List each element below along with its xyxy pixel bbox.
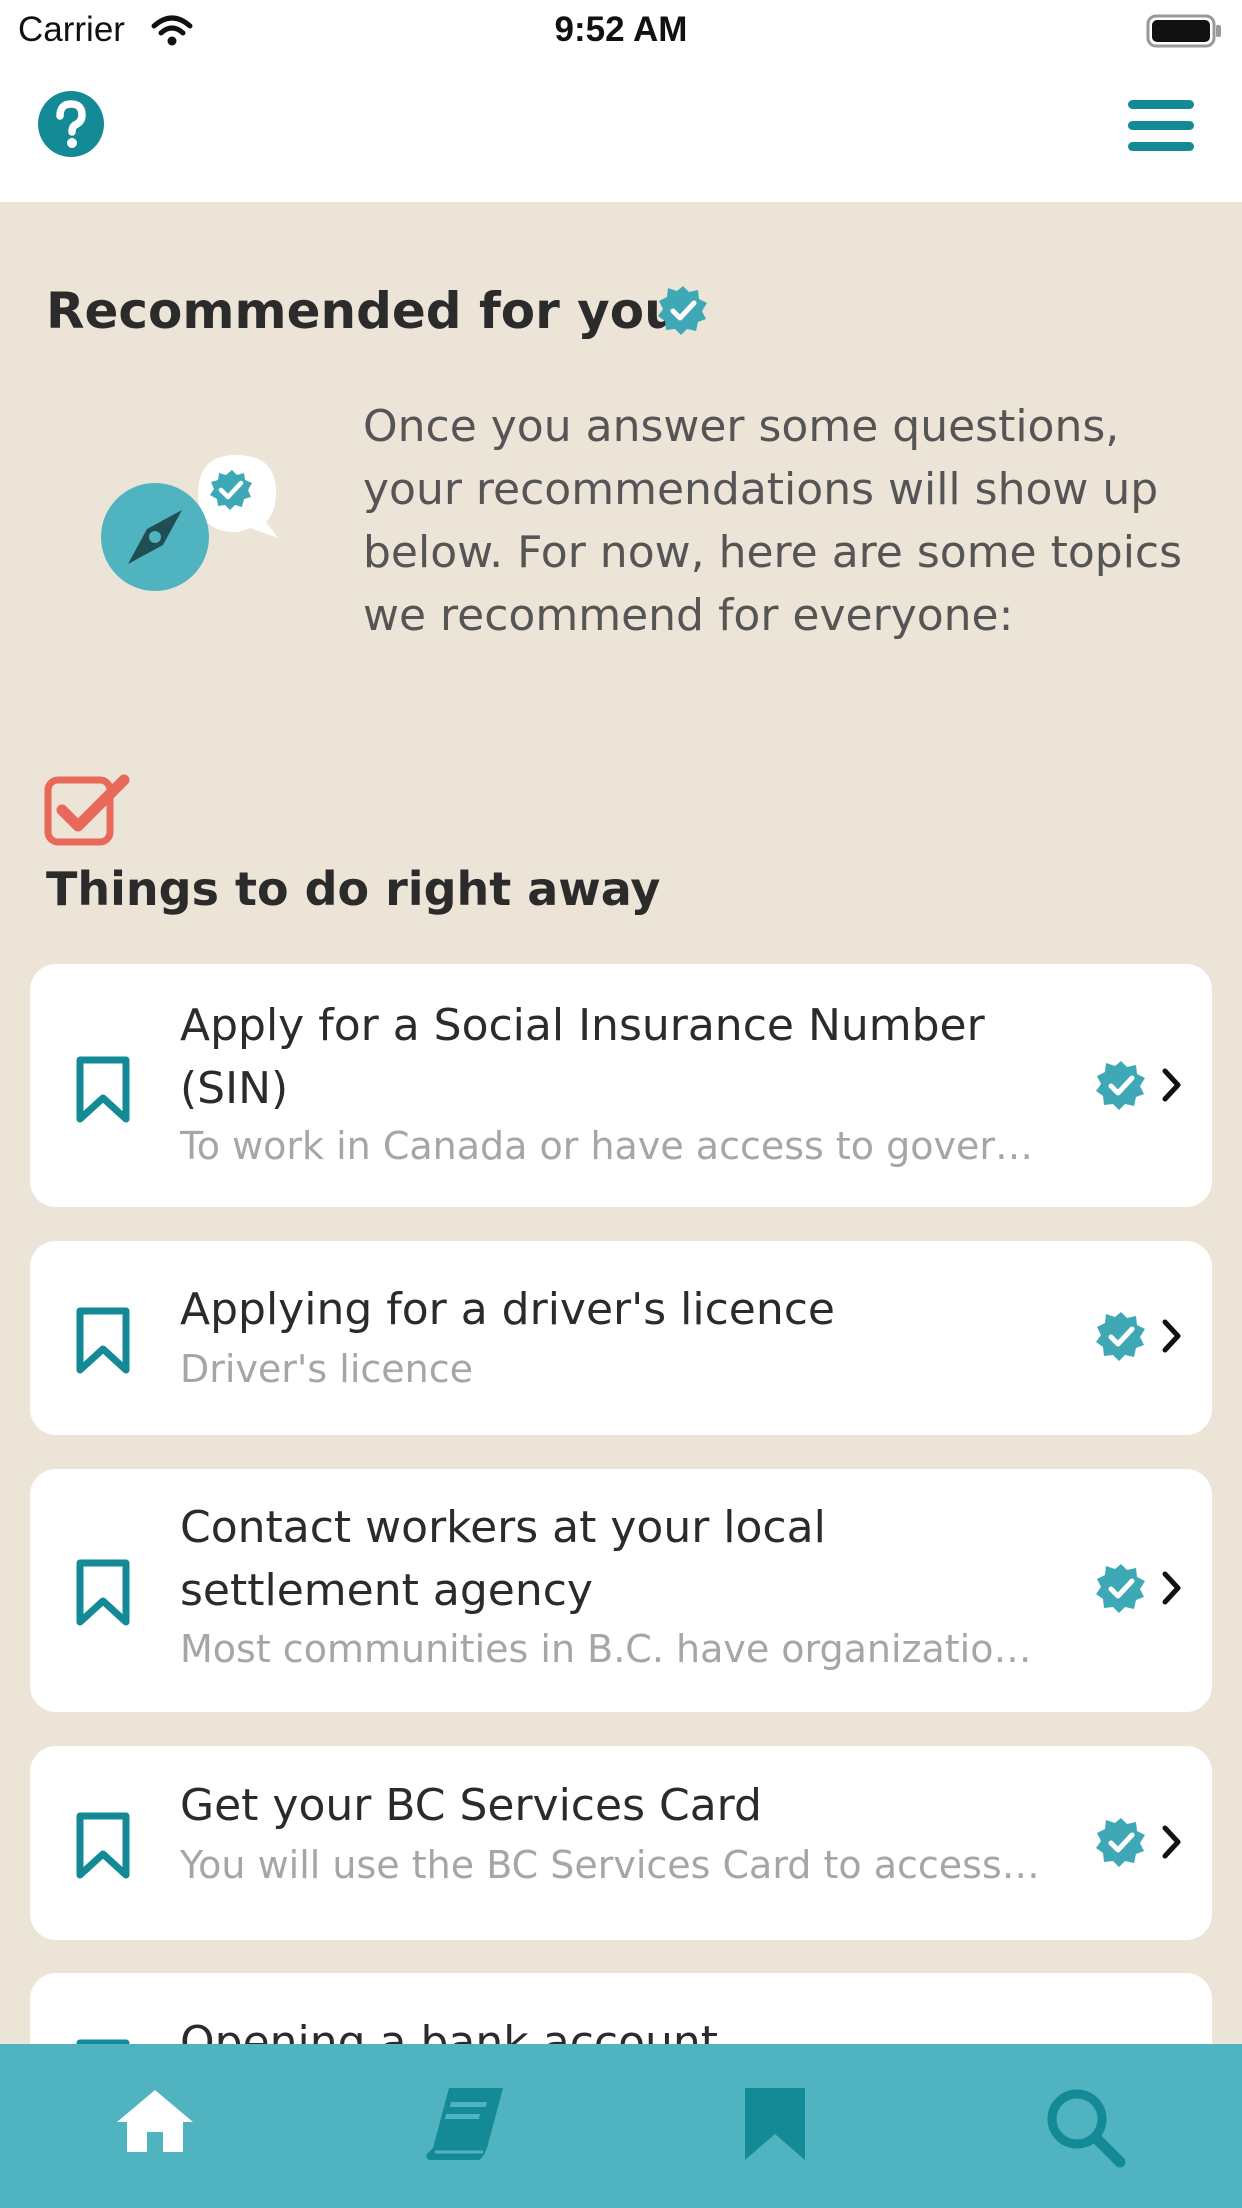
compass-illustration-icon xyxy=(100,450,290,600)
card-title: Contact workers at your local settlement… xyxy=(180,1502,826,1616)
top-navigation-bar xyxy=(0,62,1242,202)
tab-search[interactable] xyxy=(930,2044,1240,2208)
card-description: Driver's licence xyxy=(180,1347,473,1391)
checked-box-icon xyxy=(44,774,132,852)
menu-button[interactable] xyxy=(1128,98,1194,154)
tab-bookmarks[interactable] xyxy=(620,2044,930,2208)
bookmark-outline-icon[interactable] xyxy=(74,1307,132,1375)
hamburger-menu-icon xyxy=(1128,100,1194,151)
tab-home[interactable] xyxy=(0,2044,310,2208)
topic-card[interactable]: Contact workers at your local settlement… xyxy=(30,1469,1212,1712)
section-title: Things to do right away xyxy=(46,862,661,916)
status-bar: Carrier 9:52 AM xyxy=(0,0,1242,62)
book-icon xyxy=(426,2088,503,2160)
help-button[interactable] xyxy=(38,91,104,157)
card-description: To work in Canada or have access to gove… xyxy=(180,1124,1033,1168)
question-circle-icon xyxy=(38,91,104,157)
card-title: Applying for a driver's licence xyxy=(180,1284,835,1335)
topic-card[interactable]: Get your BC Services Card You will use t… xyxy=(30,1746,1212,1940)
verified-badge-icon xyxy=(1096,1564,1145,1613)
bookmark-outline-icon[interactable] xyxy=(74,1812,132,1880)
chevron-right-icon xyxy=(1162,1571,1181,1605)
bookmark-icon xyxy=(745,2088,805,2160)
card-title: Apply for a Social Insurance Number (SIN… xyxy=(180,1000,985,1114)
card-description: You will use the BC Services Card to acc… xyxy=(180,1843,1040,1887)
topic-card[interactable]: Applying for a driver's licence Driver's… xyxy=(30,1241,1212,1435)
search-icon xyxy=(1047,2089,1126,2168)
tab-library[interactable] xyxy=(310,2044,620,2208)
verified-badge-icon xyxy=(1096,1061,1145,1110)
clock-time: 9:52 AM xyxy=(554,10,688,49)
verified-badge-icon xyxy=(658,285,708,339)
recommendations-intro-text: Once you answer some questions, your rec… xyxy=(363,401,1183,641)
recommended-title: Recommended for you xyxy=(46,282,680,340)
home-icon xyxy=(117,2090,193,2152)
topic-card[interactable]: Apply for a Social Insurance Number (SIN… xyxy=(30,964,1212,1207)
verified-badge-icon xyxy=(1096,1312,1145,1361)
card-title: Get your BC Services Card xyxy=(180,1780,762,1831)
bookmark-outline-icon[interactable] xyxy=(74,1559,132,1627)
chevron-right-icon xyxy=(1162,1825,1181,1859)
card-description: Most communities in B.C. have organizati… xyxy=(180,1627,1032,1671)
battery-icon xyxy=(1146,14,1224,52)
bottom-tab-bar xyxy=(0,2044,1242,2208)
bookmark-outline-icon[interactable] xyxy=(74,1056,132,1124)
chevron-right-icon xyxy=(1162,1068,1181,1102)
chevron-right-icon xyxy=(1162,1319,1181,1353)
verified-badge-icon xyxy=(1096,1818,1145,1867)
